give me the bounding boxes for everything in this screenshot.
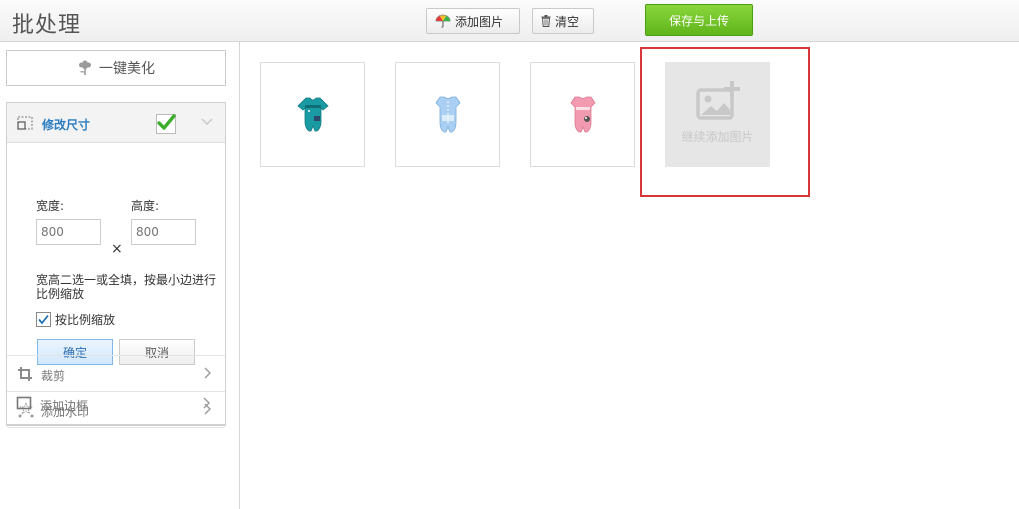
- enabled-checkbox[interactable]: [156, 114, 176, 134]
- chevron-down-icon: [201, 116, 213, 130]
- toolbar: 批处理 添加图片 清空 保存与上传: [0, 0, 1019, 42]
- divider: [7, 427, 225, 428]
- teal-romper-image: [296, 97, 329, 131]
- width-input[interactable]: [36, 219, 101, 245]
- flower-icon: [77, 60, 93, 76]
- save-upload-button[interactable]: 保存与上传: [645, 4, 753, 36]
- height-input[interactable]: [131, 219, 196, 245]
- border-label: 添加边框: [40, 399, 89, 413]
- resize-icon: [17, 116, 33, 133]
- crop-label: 裁剪: [41, 369, 66, 383]
- add-image-label: 添加图片: [455, 14, 504, 29]
- resize-label: 修改尺寸: [42, 118, 91, 132]
- umbrella-icon: [435, 14, 451, 28]
- clear-label: 清空: [555, 14, 580, 29]
- chevron-right-icon: [203, 367, 211, 382]
- border-icon: [16, 396, 32, 413]
- trash-icon: [541, 15, 551, 27]
- sidebar: 一键美化 修改尺寸 宽度: 高度: × 宽高二选一或全填，: [0, 42, 240, 509]
- blue-romper-image: [434, 96, 461, 132]
- resize-hint: 宽高二选一或全填，按最小边进行比例缩放: [36, 273, 217, 301]
- add-more-images-button[interactable]: 继续添加图片: [665, 62, 770, 167]
- image-thumbnail[interactable]: [530, 62, 635, 167]
- keep-ratio-label: 按比例缩放: [55, 313, 116, 327]
- add-image-icon: [696, 80, 742, 125]
- crop-icon: [17, 366, 33, 385]
- height-label: 高度:: [131, 199, 160, 213]
- clear-button[interactable]: 清空: [532, 8, 594, 34]
- image-thumbnail[interactable]: [395, 62, 500, 167]
- image-thumbnail[interactable]: [260, 62, 365, 167]
- panel-bottom-border: [6, 424, 226, 425]
- keep-ratio-checkbox[interactable]: [36, 312, 51, 327]
- edit-panel: 修改尺寸 宽度: 高度: × 宽高二选一或全填，按最小边进行比例缩放 按比例缩放…: [6, 102, 226, 428]
- width-label: 宽度:: [36, 199, 65, 213]
- one-click-beautify-button[interactable]: 一键美化: [6, 50, 226, 86]
- add-more-label: 继续添加图片: [681, 130, 754, 144]
- sidebar-item-border[interactable]: 添加边框: [6, 386, 226, 422]
- times-symbol: ×: [111, 241, 123, 257]
- keep-ratio-toggle[interactable]: 按比例缩放: [36, 311, 115, 328]
- beautify-label: 一键美化: [99, 61, 155, 77]
- add-image-button[interactable]: 添加图片: [426, 8, 520, 34]
- resize-section-header[interactable]: 修改尺寸: [7, 103, 225, 143]
- chevron-right-icon: [202, 397, 210, 412]
- page-title: 批处理: [12, 13, 82, 38]
- pink-romper-image: [569, 96, 596, 132]
